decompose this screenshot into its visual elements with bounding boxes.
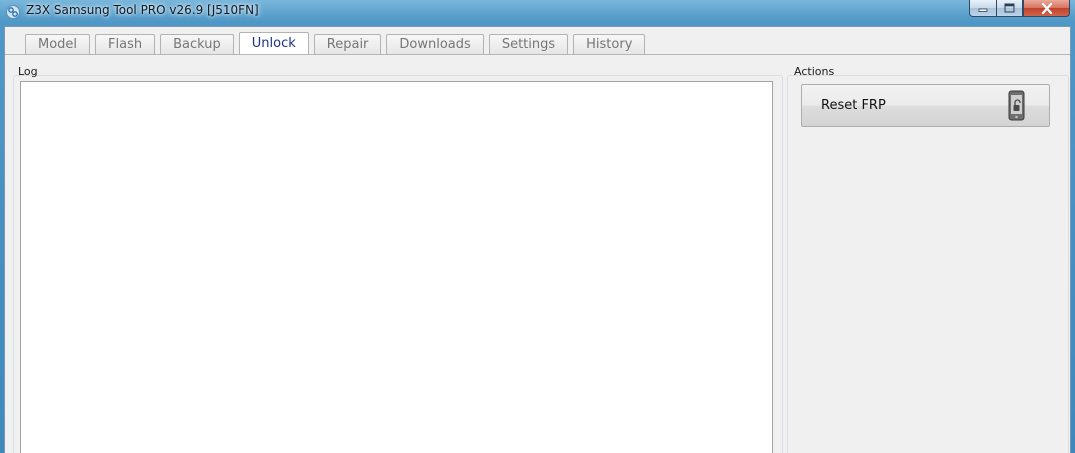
log-label: Log — [18, 65, 38, 78]
close-icon — [1041, 2, 1052, 14]
title-bar[interactable]: Z3X Samsung Tool PRO v26.9 [J510FN] — [0, 0, 1075, 26]
unlock-tab-page: Log Actions Reset FRP — [5, 54, 1070, 453]
tab-backup[interactable]: Backup — [160, 34, 234, 54]
log-textarea[interactable] — [20, 81, 773, 453]
tab-strip: Model Flash Backup Unlock Repair Downloa… — [25, 32, 646, 55]
z3x-app-icon — [6, 5, 20, 19]
maximize-button[interactable] — [996, 0, 1023, 17]
reset-frp-button[interactable]: Reset FRP — [801, 84, 1050, 127]
application-window: Z3X Samsung Tool PRO v26.9 [J510FN] Mode… — [0, 0, 1075, 453]
tab-downloads[interactable]: Downloads — [386, 34, 484, 54]
actions-label: Actions — [794, 65, 835, 78]
maximize-icon — [1004, 3, 1015, 13]
tab-settings[interactable]: Settings — [488, 34, 569, 54]
phone-unlock-icon — [1008, 90, 1025, 121]
tab-history[interactable]: History — [573, 34, 646, 54]
minimize-button[interactable] — [969, 0, 996, 17]
tab-repair[interactable]: Repair — [313, 34, 382, 54]
minimize-icon — [978, 8, 988, 12]
client-area: Model Flash Backup Unlock Repair Downloa… — [4, 26, 1071, 453]
tab-flash[interactable]: Flash — [95, 34, 156, 54]
tab-model[interactable]: Model — [25, 34, 91, 54]
tab-unlock[interactable]: Unlock — [238, 32, 309, 54]
window-controls — [969, 0, 1070, 18]
actions-groupbox — [787, 75, 1069, 453]
close-button[interactable] — [1023, 0, 1070, 17]
reset-frp-label: Reset FRP — [821, 98, 886, 113]
window-title: Z3X Samsung Tool PRO v26.9 [J510FN] — [26, 3, 259, 17]
